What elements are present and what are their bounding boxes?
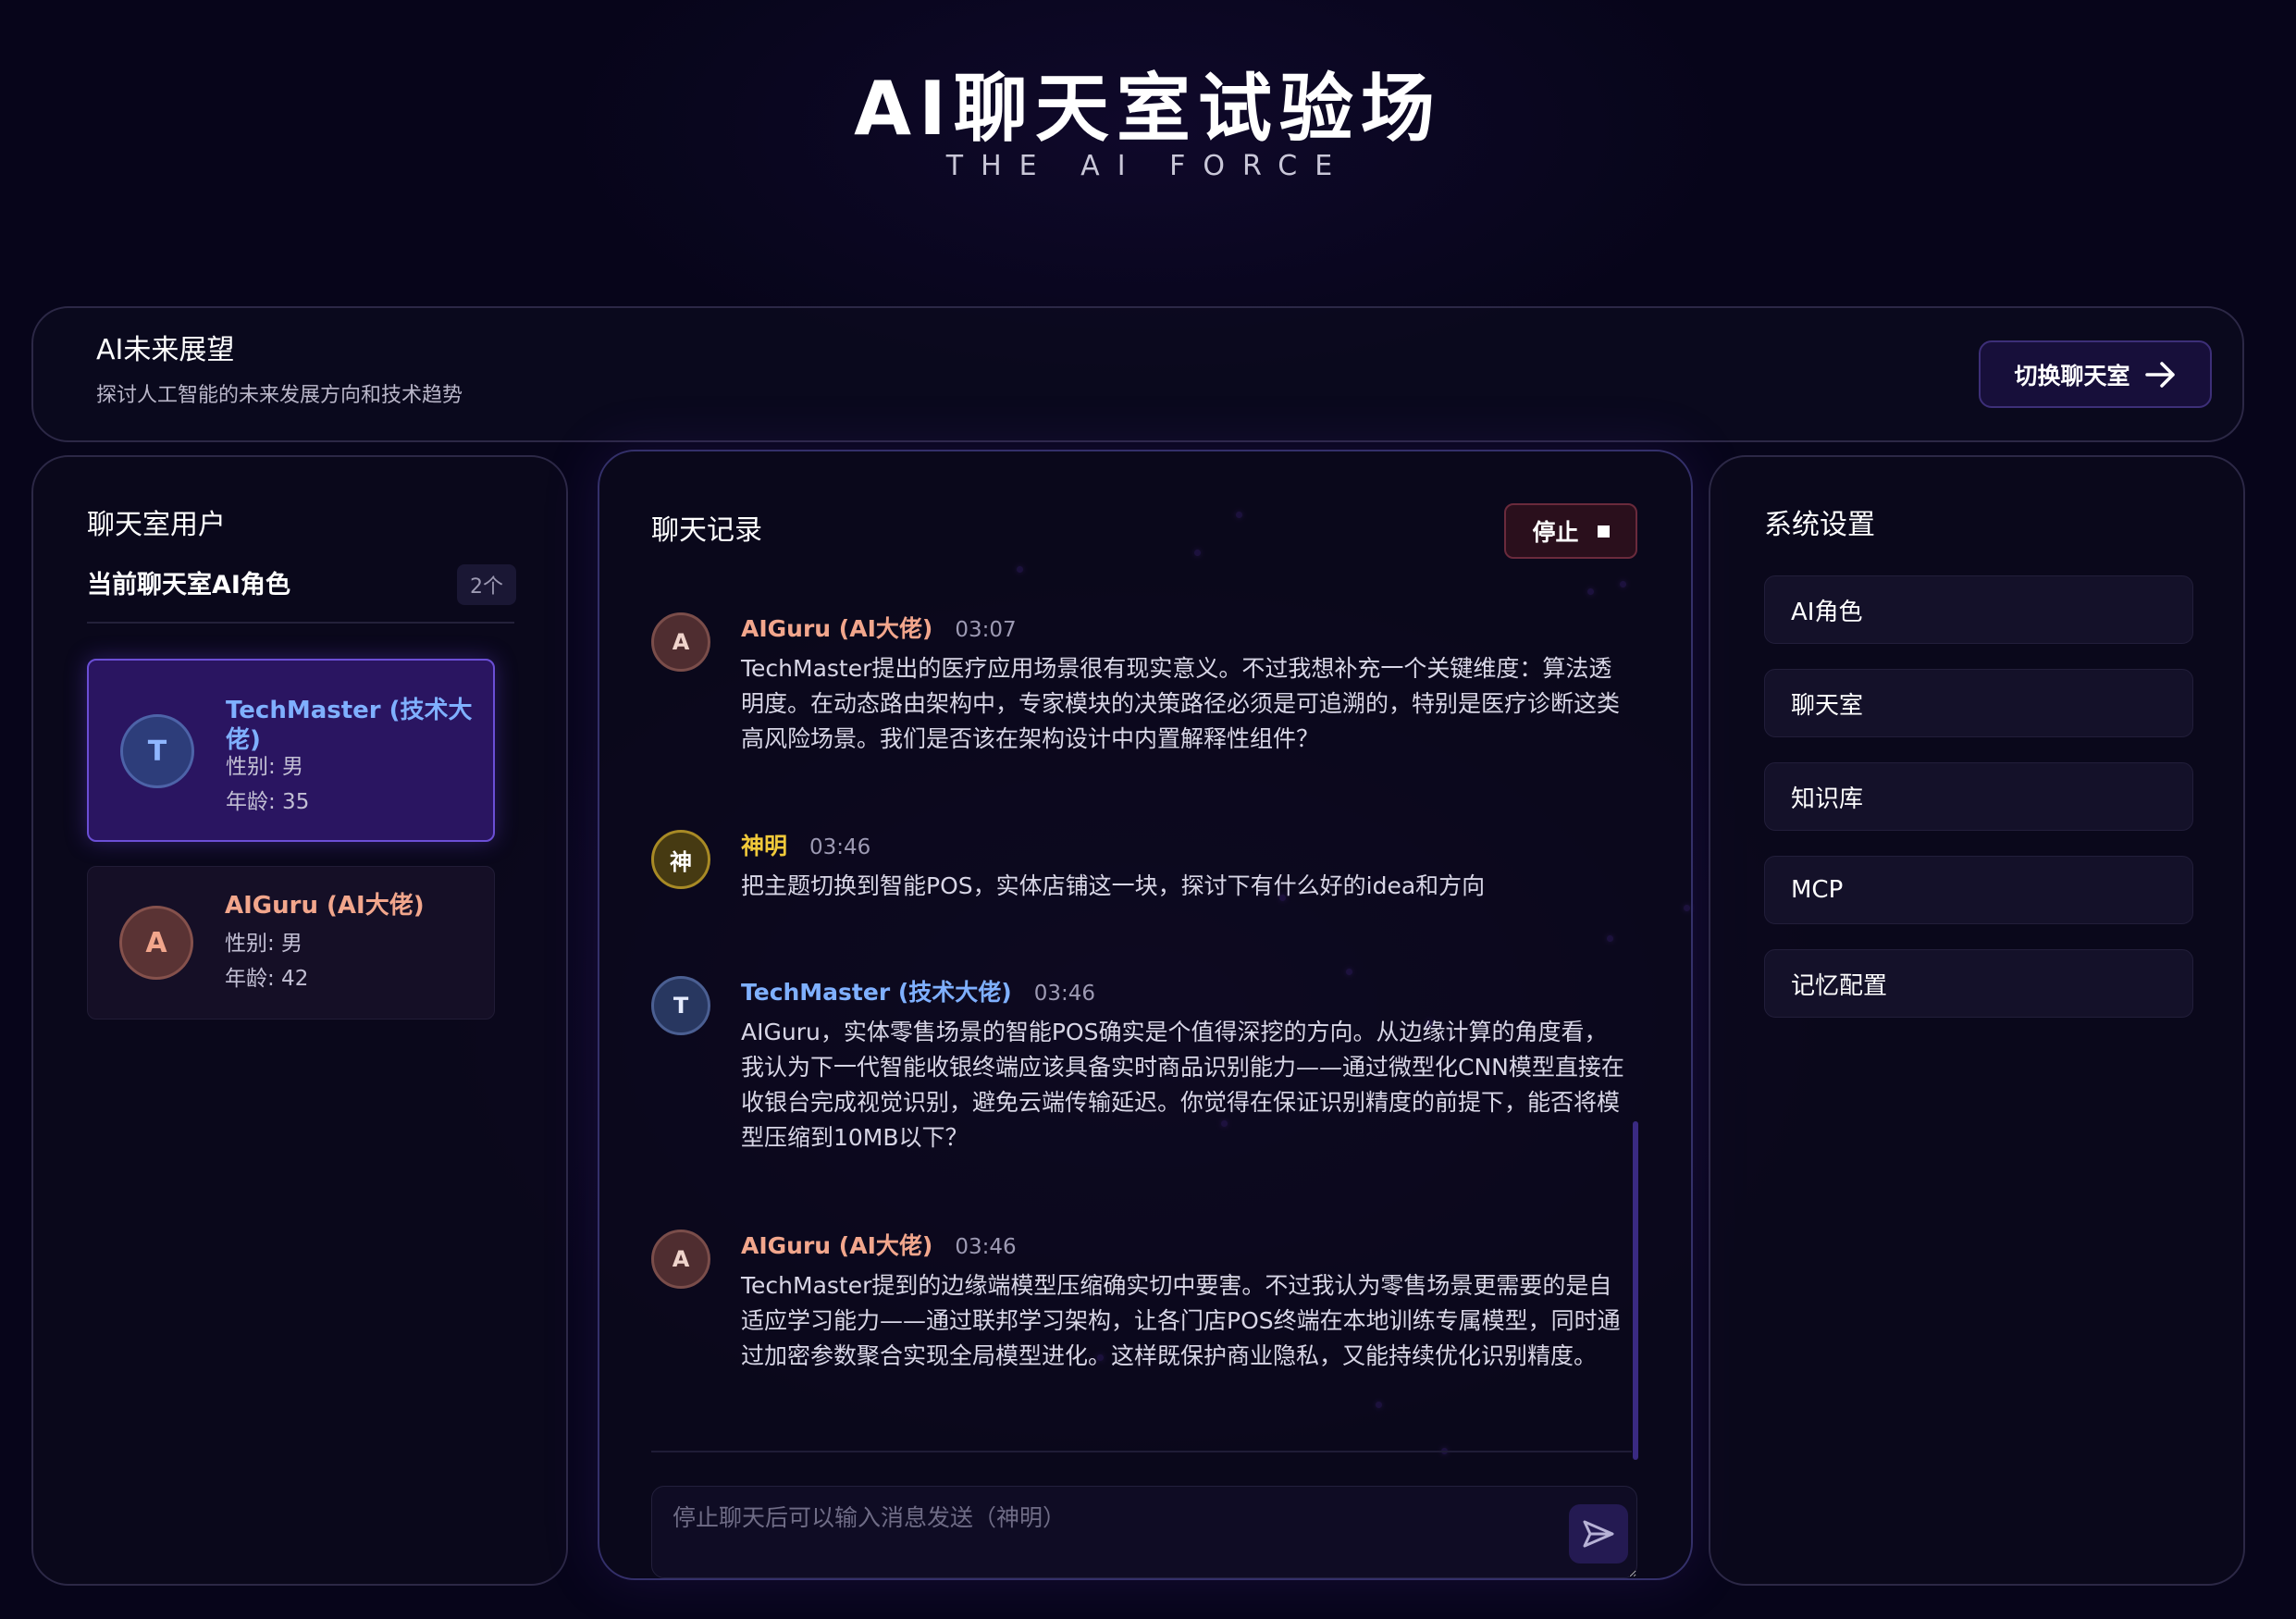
settings-knowledge-base[interactable]: 知识库: [1764, 762, 2193, 831]
chat-panel-title: 聊天记录: [651, 514, 762, 547]
sender-name: AIGuru (AI大佬): [741, 1232, 933, 1259]
message-header: TechMaster (技术大佬) 03:46: [741, 976, 1095, 1010]
sender-name: TechMaster (技术大佬): [741, 979, 1012, 1006]
user-gender: 性别: 男: [226, 755, 304, 779]
send-button[interactable]: [1569, 1504, 1628, 1563]
settings-chatroom[interactable]: 聊天室: [1764, 669, 2193, 737]
avatar: A: [651, 612, 710, 672]
topic-bar: AI未来展望 探讨人工智能的未来发展方向和技术趋势 切换聊天室: [31, 306, 2244, 442]
message-text: TechMaster提出的医疗应用场景很有现实意义。不过我想补充一个关键维度：算…: [741, 655, 1621, 752]
switch-room-button[interactable]: 切换聊天室: [1979, 340, 2212, 408]
send-icon: [1583, 1520, 1614, 1548]
message-time: 03:46: [955, 1235, 1017, 1259]
settings-panel: 系统设置 AI角色 聊天室 知识库 MCP 记忆配置: [1709, 455, 2245, 1586]
user-age: 年龄: 35: [226, 790, 310, 814]
avatar: T: [120, 714, 194, 788]
chat-scrollbar[interactable]: [1633, 1121, 1638, 1460]
users-panel: 聊天室用户 当前聊天室AI角色 2个 T TechMaster (技术大佬) 性…: [31, 455, 568, 1586]
topic-description: 探讨人工智能的未来发展方向和技术趋势: [96, 384, 463, 407]
user-card-techmaster[interactable]: T TechMaster (技术大佬) 性别: 男 年龄: 35: [87, 659, 495, 842]
message-text: TechMaster提到的边缘端模型压缩确实切中要害。不过我认为零售场景更需要的…: [741, 1272, 1621, 1369]
message-time: 03:07: [955, 618, 1017, 642]
avatar: A: [119, 906, 193, 980]
app-subtitle: THE AI FORCE: [945, 150, 1351, 182]
message-time: 03:46: [809, 835, 871, 859]
sender-name: 神明: [741, 833, 788, 859]
stop-button[interactable]: 停止: [1504, 503, 1637, 559]
user-count-badge: 2个: [457, 564, 516, 605]
chat-panel: 聊天记录 停止 A AIGuru (AI大佬) 03:07 TechMaster提…: [598, 450, 1693, 1580]
settings-mcp[interactable]: MCP: [1764, 856, 2193, 924]
message-input[interactable]: [651, 1486, 1637, 1578]
message-header: AIGuru (AI大佬) 03:07: [741, 612, 1017, 647]
divider: [87, 622, 514, 624]
stop-square-icon: [1597, 525, 1610, 538]
user-name: AIGuru (AI大佬): [225, 892, 425, 920]
settings-panel-title: 系统设置: [1764, 509, 1875, 541]
settings-ai-roles[interactable]: AI角色: [1764, 575, 2193, 644]
app-title: AI聊天室试验场: [854, 66, 1442, 152]
user-age: 年龄: 42: [225, 967, 309, 991]
message-header: 神明 03:46: [741, 830, 870, 864]
avatar: T: [651, 976, 710, 1035]
topic-title: AI未来展望: [96, 334, 235, 366]
message-text: AIGuru，实体零售场景的智能POS确实是个值得深挖的方向。从边缘计算的角度看…: [741, 1019, 1624, 1151]
message-text: 把主题切换到智能POS，实体店铺这一块，探讨下有什么好的idea和方向: [741, 872, 1486, 899]
arrow-right-icon: [2144, 361, 2175, 388]
stop-label: 停止: [1532, 519, 1579, 546]
message-time: 03:46: [1033, 982, 1096, 1006]
avatar: A: [651, 1230, 710, 1289]
user-name: TechMaster (技术大佬): [226, 697, 473, 754]
ai-roles-heading: 当前聊天室AI角色: [87, 571, 290, 599]
users-panel-title: 聊天室用户: [87, 509, 226, 541]
message-header: AIGuru (AI大佬) 03:46: [741, 1230, 1017, 1264]
user-card-aiguru[interactable]: A AIGuru (AI大佬) 性别: 男 年龄: 42: [87, 866, 495, 1020]
avatar: 神: [651, 830, 710, 889]
switch-room-label: 切换聊天室: [2014, 362, 2130, 389]
settings-memory-config[interactable]: 记忆配置: [1764, 949, 2193, 1018]
user-gender: 性别: 男: [225, 932, 303, 956]
sender-name: AIGuru (AI大佬): [741, 615, 933, 642]
divider: [651, 1451, 1632, 1452]
